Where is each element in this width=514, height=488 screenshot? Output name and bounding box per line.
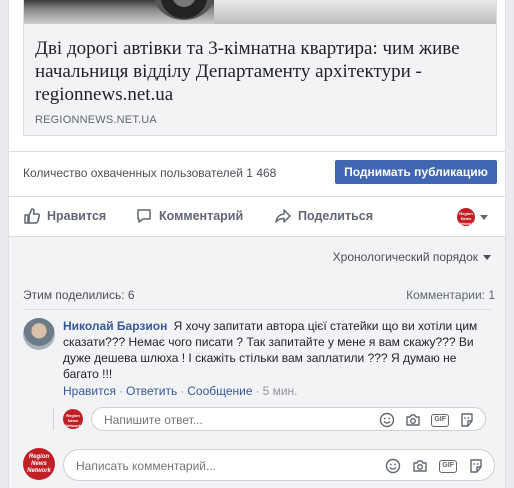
comment-order-dropdown[interactable]: Хронологический порядок — [333, 250, 491, 264]
comment-label: Комментарий — [159, 209, 244, 223]
page-avatar: Region News Network — [457, 208, 475, 226]
comment-actions: Нравится · Ответить · Сообщение · 5 мин. — [63, 384, 298, 398]
divider — [9, 196, 505, 197]
commenter-name[interactable]: Николай Барзион — [63, 319, 167, 333]
gif-icon[interactable]: GIF — [431, 413, 449, 427]
comment-order-label: Хронологический порядок — [332, 250, 478, 264]
like-label: Нравится — [47, 209, 107, 223]
comment-button[interactable]: Комментарий — [135, 206, 243, 226]
reply-thread-line — [53, 408, 54, 430]
comment-input[interactable] — [76, 458, 366, 474]
comment-tools: GIF — [385, 458, 484, 474]
comment-reply-link[interactable]: Ответить — [126, 384, 177, 398]
comment-message-link[interactable]: Сообщение — [187, 384, 252, 398]
share-label: Поделиться — [298, 209, 374, 223]
like-button[interactable]: Нравится — [23, 206, 106, 226]
preview-image[interactable] — [24, 0, 496, 24]
gif-icon[interactable]: GIF — [439, 459, 457, 473]
camera-icon[interactable] — [405, 412, 421, 428]
chevron-down-icon — [480, 214, 488, 220]
smiley-icon[interactable] — [379, 412, 395, 428]
reply-input-box[interactable]: GIF — [91, 407, 486, 431]
page-avatar: Region News Network — [23, 448, 55, 480]
preview-title[interactable]: Дві дорогі автівки та 3-кімнатна квартир… — [35, 37, 490, 106]
divider — [9, 151, 505, 152]
commenter-avatar[interactable] — [23, 318, 55, 350]
reach-count: Количество охваченных пользователей 1 46… — [23, 166, 277, 180]
post-as-selector[interactable]: Region News Network — [457, 207, 488, 227]
smiley-icon[interactable] — [385, 458, 401, 474]
camera-icon[interactable] — [412, 458, 428, 474]
comment-body: Николай Барзион Я хочу запитати автора ц… — [63, 318, 495, 382]
link-preview[interactable]: Дві дорогі автівки та 3-кімнатна квартир… — [23, 0, 497, 136]
thumbs-up-icon — [24, 208, 41, 224]
chevron-down-icon — [483, 254, 491, 260]
divider — [23, 309, 491, 310]
comment-timestamp[interactable]: 5 мин. — [263, 384, 298, 398]
comments-count[interactable]: Комментарии: 1 — [406, 288, 495, 302]
speech-bubble-icon — [137, 209, 151, 223]
reply-tools: GIF — [379, 412, 475, 428]
share-button[interactable]: Поделиться — [274, 206, 373, 226]
reply-input[interactable] — [104, 412, 364, 427]
share-arrow-icon — [275, 209, 291, 223]
post-card: Дві дорогі автівки та 3-кімнатна квартир… — [8, 0, 506, 488]
shares-count[interactable]: Этим поделились: 6 — [23, 288, 135, 302]
boost-post-button[interactable]: Поднимать публикацию — [335, 160, 497, 184]
sticker-icon[interactable] — [459, 412, 475, 428]
divider — [9, 236, 505, 237]
comment-like-link[interactable]: Нравится — [63, 384, 116, 398]
page-avatar: Region News Network — [63, 409, 83, 429]
sticker-icon[interactable] — [468, 458, 484, 474]
post-actions: Нравится Комментарий Поделиться Region N… — [9, 200, 505, 232]
preview-domain: REGIONNEWS.NET.UA — [35, 114, 157, 126]
comment-input-box[interactable]: GIF — [63, 449, 495, 481]
